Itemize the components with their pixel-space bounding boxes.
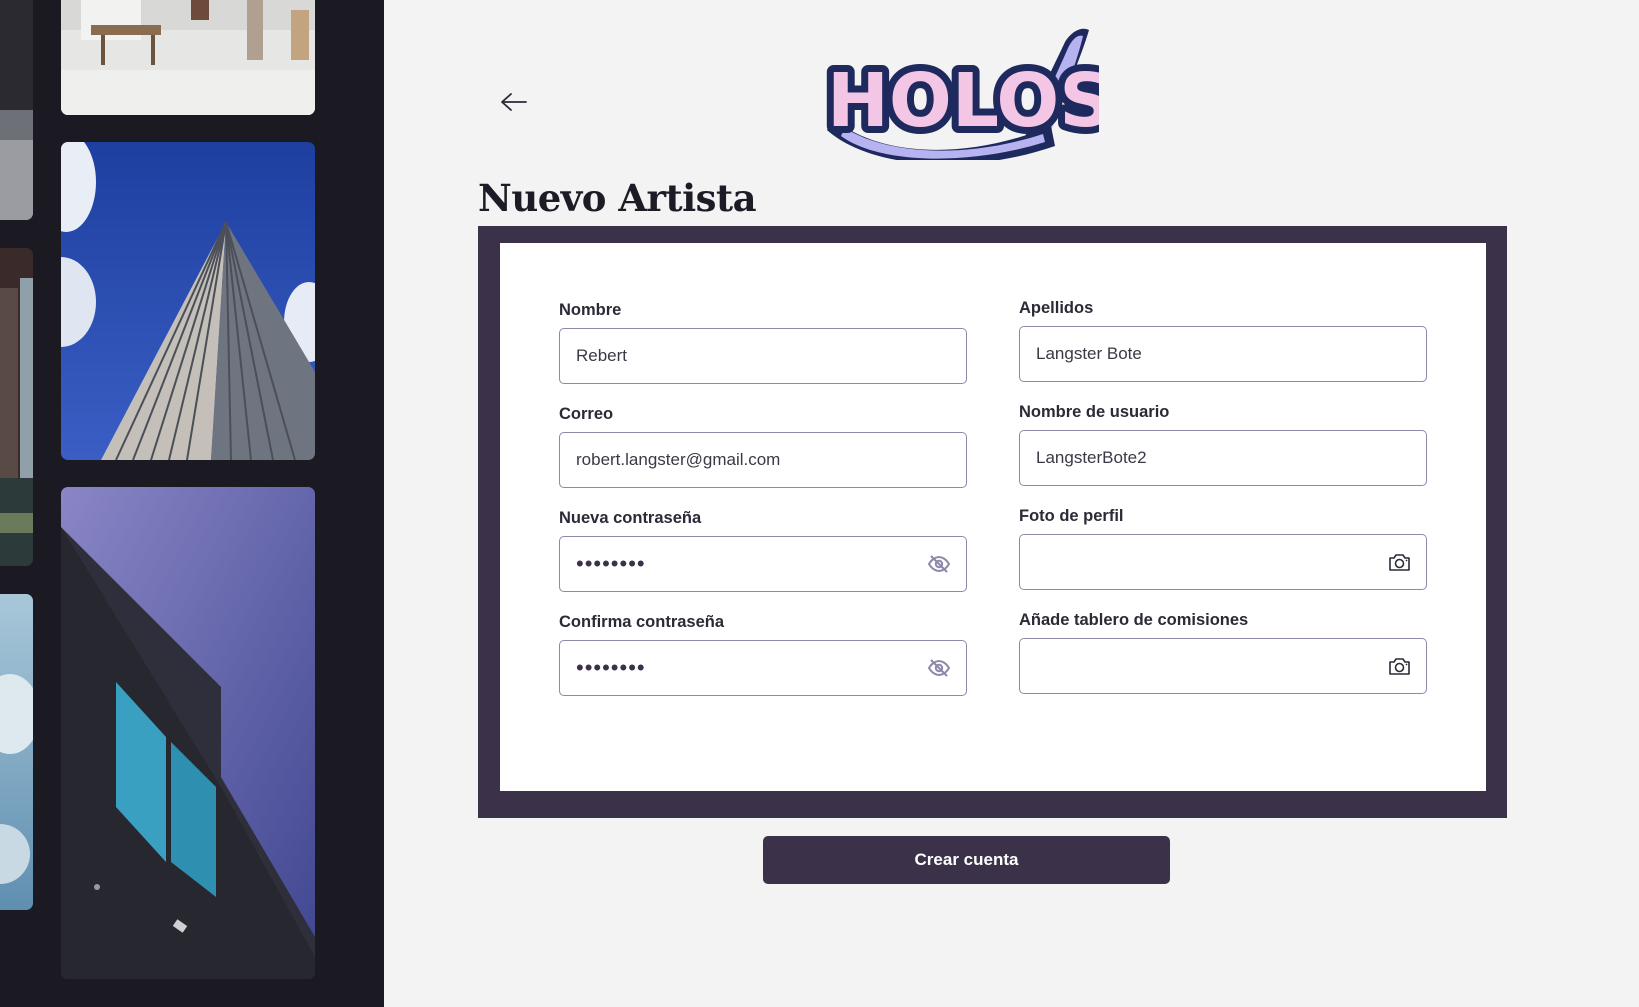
camera-icon[interactable] xyxy=(1386,551,1412,573)
gallery-image-interior xyxy=(0,248,33,566)
confirma-password-label: Confirma contraseña xyxy=(559,613,725,631)
tablero-input[interactable] xyxy=(1019,638,1427,694)
main-panel: HOLOS HOLOS Nuevo Artista Nombre Rebert … xyxy=(384,0,1639,1007)
correo-group: Correo robert.langster@gmail.com xyxy=(559,405,967,488)
usuario-input[interactable]: LangsterBote2 xyxy=(1019,430,1427,486)
page-title: Nuevo Artista xyxy=(478,176,757,220)
gallery-image-room xyxy=(61,0,315,115)
gallery-image-skyscraper xyxy=(61,142,315,460)
nueva-password-value: •••••••• xyxy=(576,551,646,576)
tablero-label: Añade tablero de comisiones xyxy=(1019,611,1249,629)
confirma-password-group: Confirma contraseña •••••••• xyxy=(559,613,967,696)
gallery-image-sky xyxy=(0,594,33,910)
correo-label: Correo xyxy=(559,405,614,423)
svg-text:HOLOS: HOLOS xyxy=(827,58,1099,144)
eye-off-icon[interactable] xyxy=(926,553,952,575)
usuario-label: Nombre de usuario xyxy=(1019,403,1170,421)
usuario-value: LangsterBote2 xyxy=(1036,448,1147,467)
nombre-value: Rebert xyxy=(576,346,628,365)
usuario-group: Nombre de usuario LangsterBote2 xyxy=(1019,403,1427,486)
foto-perfil-group: Foto de perfil xyxy=(1019,507,1427,590)
nueva-password-input[interactable]: •••••••• xyxy=(559,536,967,592)
create-account-button[interactable]: Crear cuenta xyxy=(763,836,1170,884)
eye-off-icon[interactable] xyxy=(926,657,952,679)
nombre-group: Nombre Rebert xyxy=(559,301,967,384)
apellidos-label: Apellidos xyxy=(1019,299,1094,317)
foto-perfil-label: Foto de perfil xyxy=(1019,507,1124,525)
confirma-password-input[interactable]: •••••••• xyxy=(559,640,967,696)
camera-icon[interactable] xyxy=(1386,655,1412,677)
nombre-input[interactable]: Rebert xyxy=(559,328,967,384)
tablero-group: Añade tablero de comisiones xyxy=(1019,611,1427,694)
back-button[interactable] xyxy=(494,84,534,120)
holos-logo: HOLOS HOLOS xyxy=(819,18,1120,165)
correo-input[interactable]: robert.langster@gmail.com xyxy=(559,432,967,488)
nueva-password-group: Nueva contraseña •••••••• xyxy=(559,509,967,592)
nombre-label: Nombre xyxy=(559,301,622,319)
form-frame: Nombre Rebert Correo robert.langster@gma… xyxy=(478,226,1507,818)
confirma-password-value: •••••••• xyxy=(576,655,646,680)
image-gallery xyxy=(0,0,384,1007)
nueva-password-label: Nueva contraseña xyxy=(559,509,702,527)
apellidos-group: Apellidos Langster Bote xyxy=(1019,299,1427,382)
arrow-left-icon xyxy=(501,93,527,111)
form-card: Nombre Rebert Correo robert.langster@gma… xyxy=(500,243,1486,791)
correo-value: robert.langster@gmail.com xyxy=(576,450,781,469)
gallery-image-building-corner xyxy=(61,487,315,979)
foto-perfil-input[interactable] xyxy=(1019,534,1427,590)
apellidos-value: Langster Bote xyxy=(1036,344,1142,363)
apellidos-input[interactable]: Langster Bote xyxy=(1019,326,1427,382)
gallery-image-street xyxy=(0,0,33,220)
